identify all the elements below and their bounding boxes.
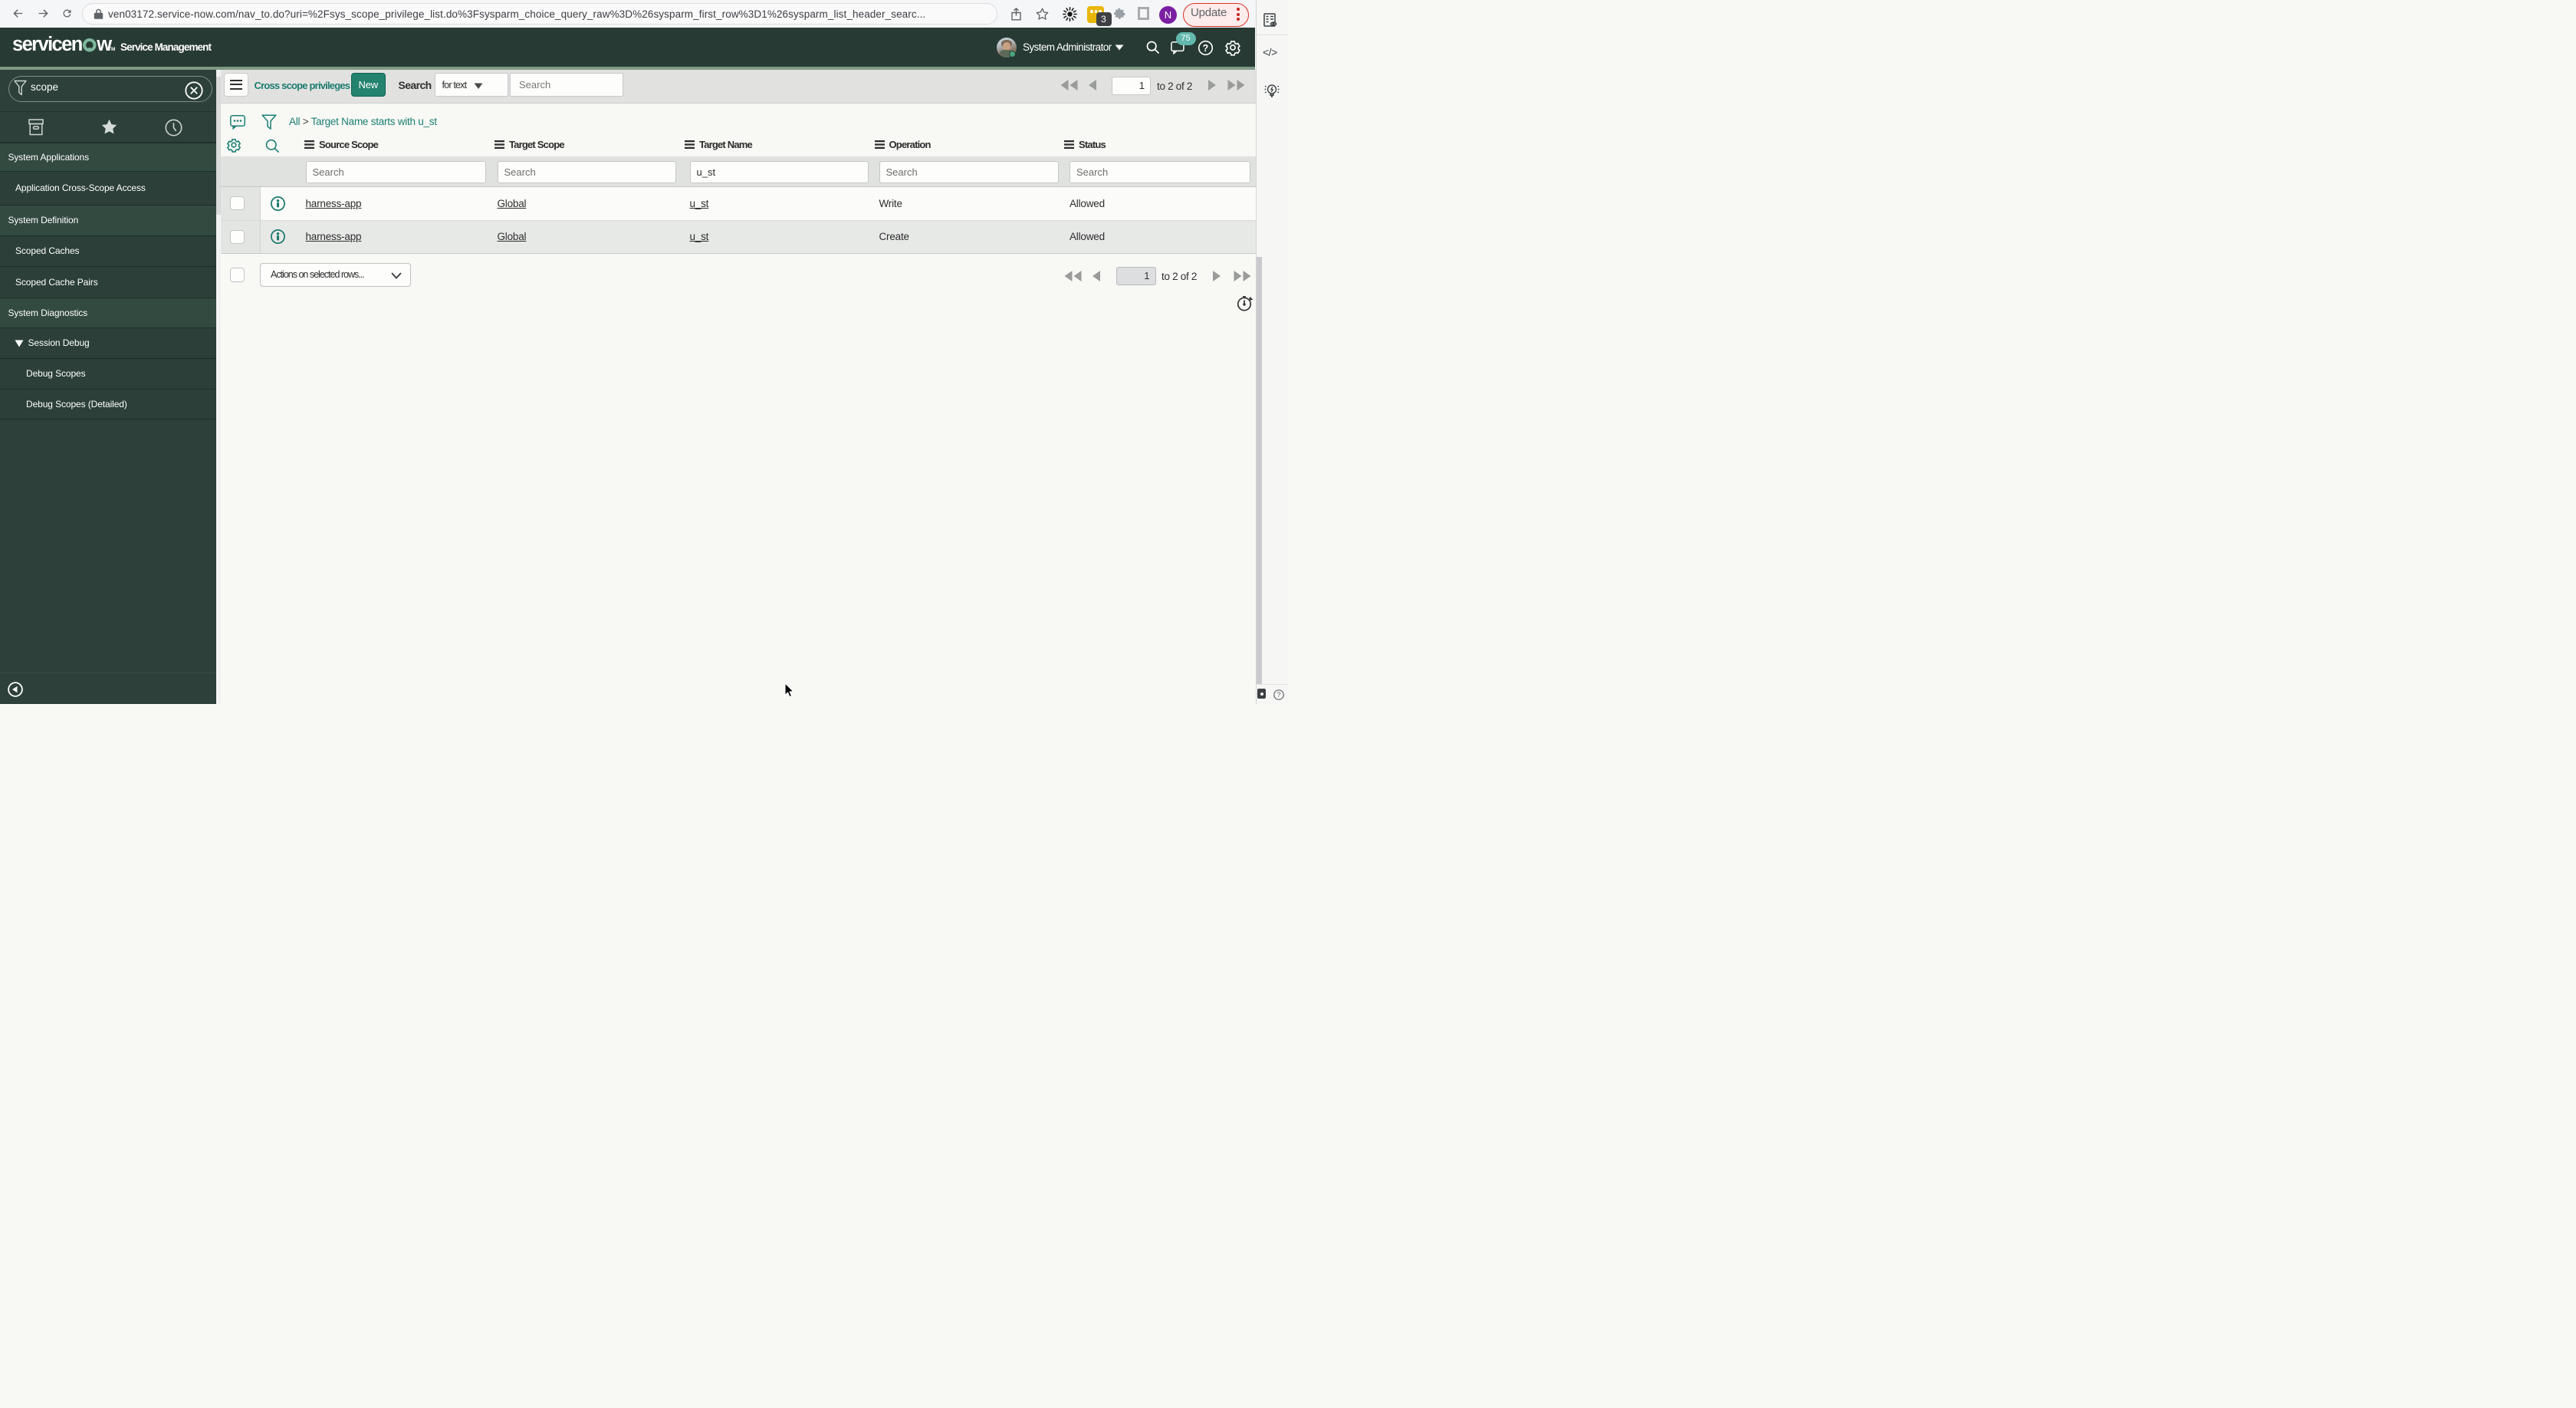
svg-text:?: ?: [1276, 691, 1280, 699]
svg-text:?: ?: [1203, 43, 1209, 54]
